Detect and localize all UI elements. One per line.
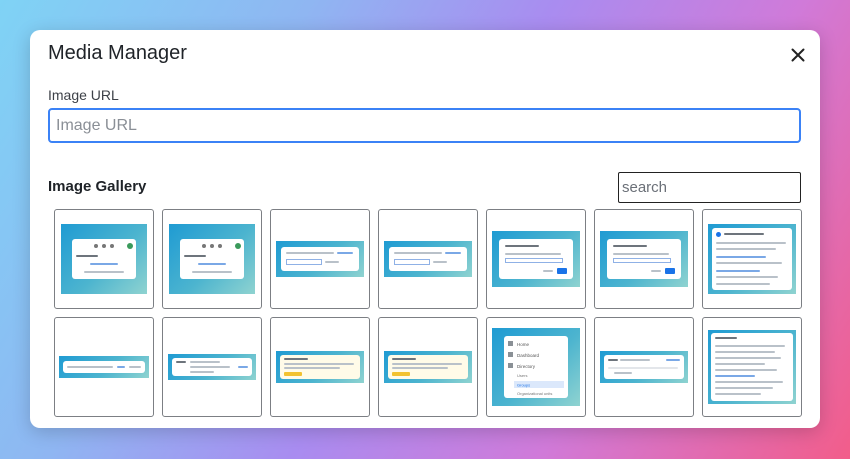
gallery-thumbnail[interactable] [702, 317, 802, 417]
gallery-thumbnail[interactable] [378, 317, 478, 417]
thumbnail-image [384, 241, 472, 277]
thumbnail-image [600, 231, 688, 287]
thumbnail-sidebar-label: Dashboard [517, 353, 540, 358]
gallery-thumbnail[interactable] [594, 209, 694, 309]
thumbnail-image [276, 241, 364, 277]
thumbnail-sidebar-label: Organizational units [517, 391, 552, 396]
thumbnail-image [169, 224, 255, 294]
image-gallery-grid: Home Dashboard Directory Users Groups Or… [54, 209, 802, 417]
thumbnail-image [708, 330, 796, 404]
modal-title: Media Manager [48, 42, 187, 64]
image-url-label: Image URL [48, 87, 119, 103]
gallery-thumbnail[interactable] [594, 317, 694, 417]
thumbnail-image [59, 356, 149, 378]
thumbnail-sidebar-menu: Home Dashboard Directory Users Groups Or… [504, 336, 568, 398]
gallery-thumbnail[interactable] [270, 317, 370, 417]
gallery-thumbnail[interactable] [54, 209, 154, 309]
close-button[interactable] [786, 43, 810, 67]
gallery-search-input[interactable] [618, 172, 801, 203]
thumbnail-sidebar-label: Directory [517, 364, 536, 369]
thumbnail-sidebar-label: Groups [517, 383, 530, 388]
thumbnail-image: Home Dashboard Directory Users Groups Or… [492, 328, 580, 406]
close-icon [791, 48, 805, 62]
thumbnail-sidebar-drawing: Home Dashboard Directory Users Groups Or… [508, 341, 564, 396]
gallery-thumbnail[interactable] [486, 209, 586, 309]
gallery-thumbnail[interactable] [54, 317, 154, 417]
thumbnail-image [276, 351, 364, 383]
gallery-thumbnail[interactable]: Home Dashboard Directory Users Groups Or… [486, 317, 586, 417]
thumbnail-image [168, 354, 256, 380]
gallery-thumbnail[interactable] [702, 209, 802, 309]
thumbnail-sidebar-label: Home [517, 342, 530, 347]
thumbnail-image [61, 224, 147, 294]
gallery-thumbnail[interactable] [162, 209, 262, 309]
thumbnail-image [600, 351, 688, 383]
gallery-thumbnail[interactable] [270, 209, 370, 309]
image-url-input[interactable] [48, 108, 801, 143]
thumbnail-image [708, 224, 796, 294]
image-gallery-title: Image Gallery [48, 178, 147, 195]
gallery-thumbnail[interactable] [378, 209, 478, 309]
thumbnail-image [384, 351, 472, 383]
gallery-thumbnail[interactable] [162, 317, 262, 417]
thumbnail-sidebar-label: Users [517, 373, 527, 378]
thumbnail-image [492, 231, 580, 287]
media-manager-modal: Media Manager Image URL Image Gallery [30, 30, 820, 428]
